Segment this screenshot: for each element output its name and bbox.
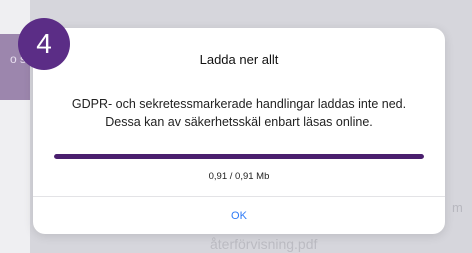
background-file-name: återförvisning.pdf (210, 236, 318, 252)
ok-button[interactable]: OK (33, 197, 445, 234)
dialog-title: Ladda ner allt (199, 52, 279, 67)
download-progress-fill (54, 154, 424, 159)
dialog-message-line-1: GDPR- och sekretessmarkerade handlingar … (71, 97, 407, 111)
download-progress-bar (54, 154, 424, 159)
download-all-dialog: Ladda ner allt GDPR- och sekretessmarker… (33, 28, 445, 234)
background-right-text: m (452, 200, 463, 215)
dialog-message-line-2: Dessa kan av säkerhetsskäl enbart läsas … (105, 115, 373, 129)
dialog-message: GDPR- och sekretessmarkerade handlingar … (47, 95, 431, 131)
download-progress-text: 0,91 / 0,91 Mb (208, 171, 270, 182)
step-number-badge: 4 (18, 18, 70, 70)
